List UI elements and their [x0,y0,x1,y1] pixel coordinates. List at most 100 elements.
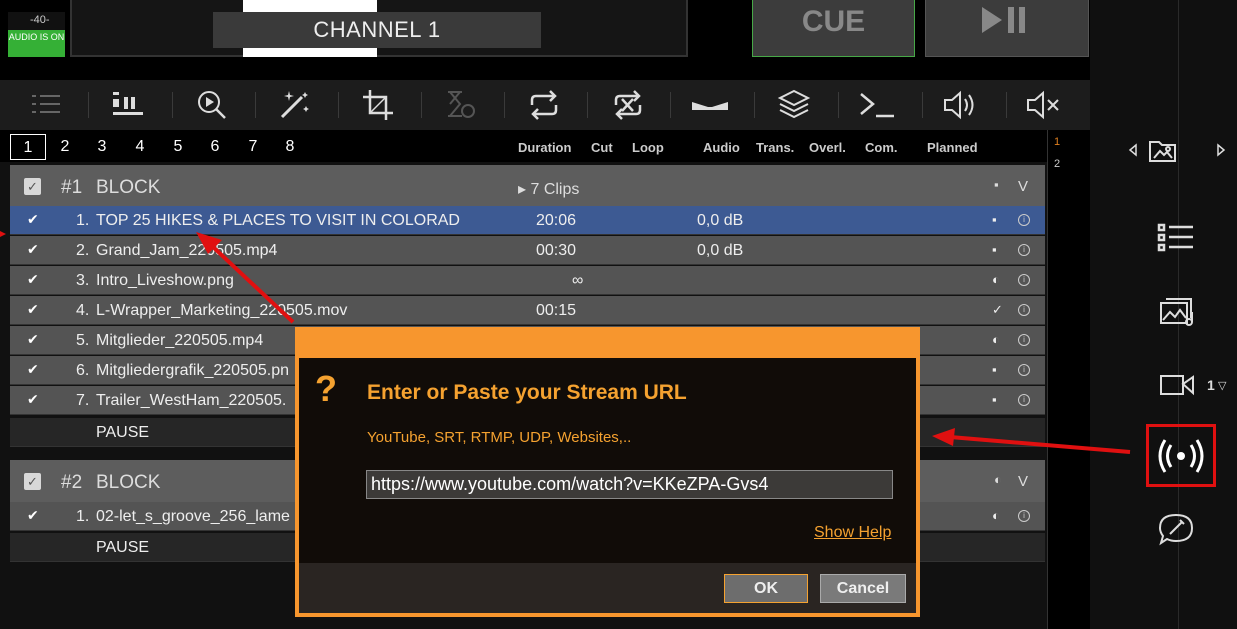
info-icon[interactable]: i [1018,510,1030,522]
transition-icon[interactable] [690,88,728,122]
chevron-down-icon[interactable]: ▽ [1218,379,1226,392]
column-com[interactable]: Com. [865,140,898,155]
row-title: Trailer_WestHam_220505. [96,392,287,409]
volume-icon[interactable] [942,88,978,122]
media-folder-icon[interactable] [1148,136,1178,169]
tab-6[interactable]: 6 [197,134,233,160]
dialog-title: Enter or Paste your Stream URL [367,381,687,404]
mute-icon[interactable] [1025,88,1061,122]
row-title: Grand_Jam_220505.mp4 [96,242,278,259]
info-icon[interactable]: i [1018,364,1030,376]
playlist-icon[interactable] [1156,222,1196,259]
stream-broadcast-icon[interactable] [1158,437,1204,480]
check-icon: ✔ [27,507,39,523]
row-index: 1. [76,508,90,525]
check-icon: ✔ [27,301,39,317]
column-trans[interactable]: Trans. [756,140,794,155]
tab-3[interactable]: 3 [84,134,120,160]
check-icon: ✔ [27,391,39,407]
shuffle-off-icon[interactable] [610,88,646,122]
info-icon[interactable]: i [1018,244,1030,256]
magic-wand-icon[interactable] [277,88,313,122]
timer-icon[interactable] [443,88,479,122]
chevron-down-icon[interactable]: V [1018,473,1028,490]
chevron-right-icon[interactable] [1216,142,1226,163]
row-index: 5. [76,332,90,349]
info-icon[interactable]: i [1018,394,1030,406]
show-help-link[interactable]: Show Help [814,524,891,542]
row-planned-status: ◐ [992,508,1000,523]
block-number: #1 [61,177,83,198]
row-index: 7. [76,392,90,409]
preview-icon[interactable] [194,88,230,122]
row-index: 2. [76,242,90,259]
row-title: TOP 25 HIKES & PLACES TO VISIT IN COLORA… [96,212,460,229]
stream-url-input[interactable] [366,470,893,499]
check-icon: ✔ [27,211,39,227]
command-icon[interactable] [858,88,894,122]
pause-label: PAUSE [96,424,150,441]
comment-edit-icon[interactable] [1158,512,1198,551]
dialog-body: ? Enter or Paste your Stream URL YouTube… [299,358,916,613]
audio-status-badge[interactable]: AUDIO IS ON [8,30,65,57]
row-title: L-Wrapper_Marketing_220505.mov [96,302,348,319]
row-planned-status: ◐ [992,332,1000,347]
column-duration[interactable]: Duration [518,140,571,155]
scroll-marker-2[interactable]: 2 [1054,158,1060,170]
crop-icon[interactable] [361,88,397,122]
camera-icon[interactable] [1158,372,1196,403]
chevron-down-icon[interactable]: V [1018,178,1028,195]
tab-8[interactable]: 8 [272,134,308,160]
list-icon[interactable] [28,88,64,122]
cancel-button[interactable]: Cancel [820,574,906,603]
block-checkbox[interactable]: ✓ [24,473,41,490]
info-icon[interactable]: i [1018,304,1030,316]
block-clip-count[interactable]: ▸ 7 Clips [518,179,579,199]
block-scroll-markers: 1 2 [1047,130,1090,629]
row-title: Mitglieder_220505.mp4 [96,332,264,349]
play-pause-icon [982,7,1025,33]
pause-insert-icon[interactable] [110,88,146,122]
table-row[interactable]: ✔ 2. Grand_Jam_220505.mp4 00:30 0,0 dB ▪… [10,236,1045,265]
channel-label[interactable]: CHANNEL 1 [213,12,541,48]
toolbar-separator [1006,92,1007,118]
tab-2[interactable]: 2 [47,134,83,160]
info-icon[interactable]: i [1018,334,1030,346]
table-row[interactable]: ✔ 3. Intro_Liveshow.png ∞ ◐ i [10,266,1045,295]
info-icon[interactable]: i [1018,214,1030,226]
block-checkbox[interactable]: ✓ [24,178,41,195]
block-header[interactable]: ✓ #1 BLOCK ▸ 7 Clips ▪ V [10,165,1045,208]
check-icon: ✔ [27,241,39,257]
right-sidebar: 1 ▽ [1090,0,1237,629]
table-row[interactable]: ✔ 4. L-Wrapper_Marketing_220505.mov 00:1… [10,296,1045,325]
column-planned[interactable]: Planned [927,140,978,155]
tab-7[interactable]: 7 [235,134,271,160]
column-audio[interactable]: Audio [703,140,740,155]
info-icon[interactable]: i [1018,274,1030,286]
column-loop[interactable]: Loop [632,140,664,155]
play-pause-button[interactable] [925,0,1089,57]
toolbar-separator [922,92,923,118]
cue-button[interactable]: CUE [752,0,915,57]
scroll-marker-1[interactable]: 1 [1054,136,1060,148]
tab-1[interactable]: 1 [10,134,46,160]
toolbar-separator [421,92,422,118]
tab-5[interactable]: 5 [160,134,196,160]
tab-4[interactable]: 4 [122,134,158,160]
row-planned-status: ▪ [992,392,997,407]
layers-icon[interactable] [776,88,812,122]
column-cut[interactable]: Cut [591,140,613,155]
stream-url-dialog: ? Enter or Paste your Stream URL YouTube… [295,327,920,617]
loop-icon[interactable] [526,88,562,122]
toolbar-separator [172,92,173,118]
block-status-icon: ◐ [994,472,1002,487]
column-overl[interactable]: Overl. [809,140,846,155]
row-index: 1. [76,212,90,229]
row-title: Intro_Liveshow.png [96,272,234,289]
chevron-left-icon[interactable] [1128,142,1138,163]
table-row[interactable]: ✔ 1. TOP 25 HIKES & PLACES TO VISIT IN C… [10,206,1045,235]
ok-button[interactable]: OK [724,574,808,603]
media-library-icon[interactable] [1158,294,1198,333]
question-icon: ? [315,368,337,409]
camera-number[interactable]: 1 [1207,377,1215,393]
